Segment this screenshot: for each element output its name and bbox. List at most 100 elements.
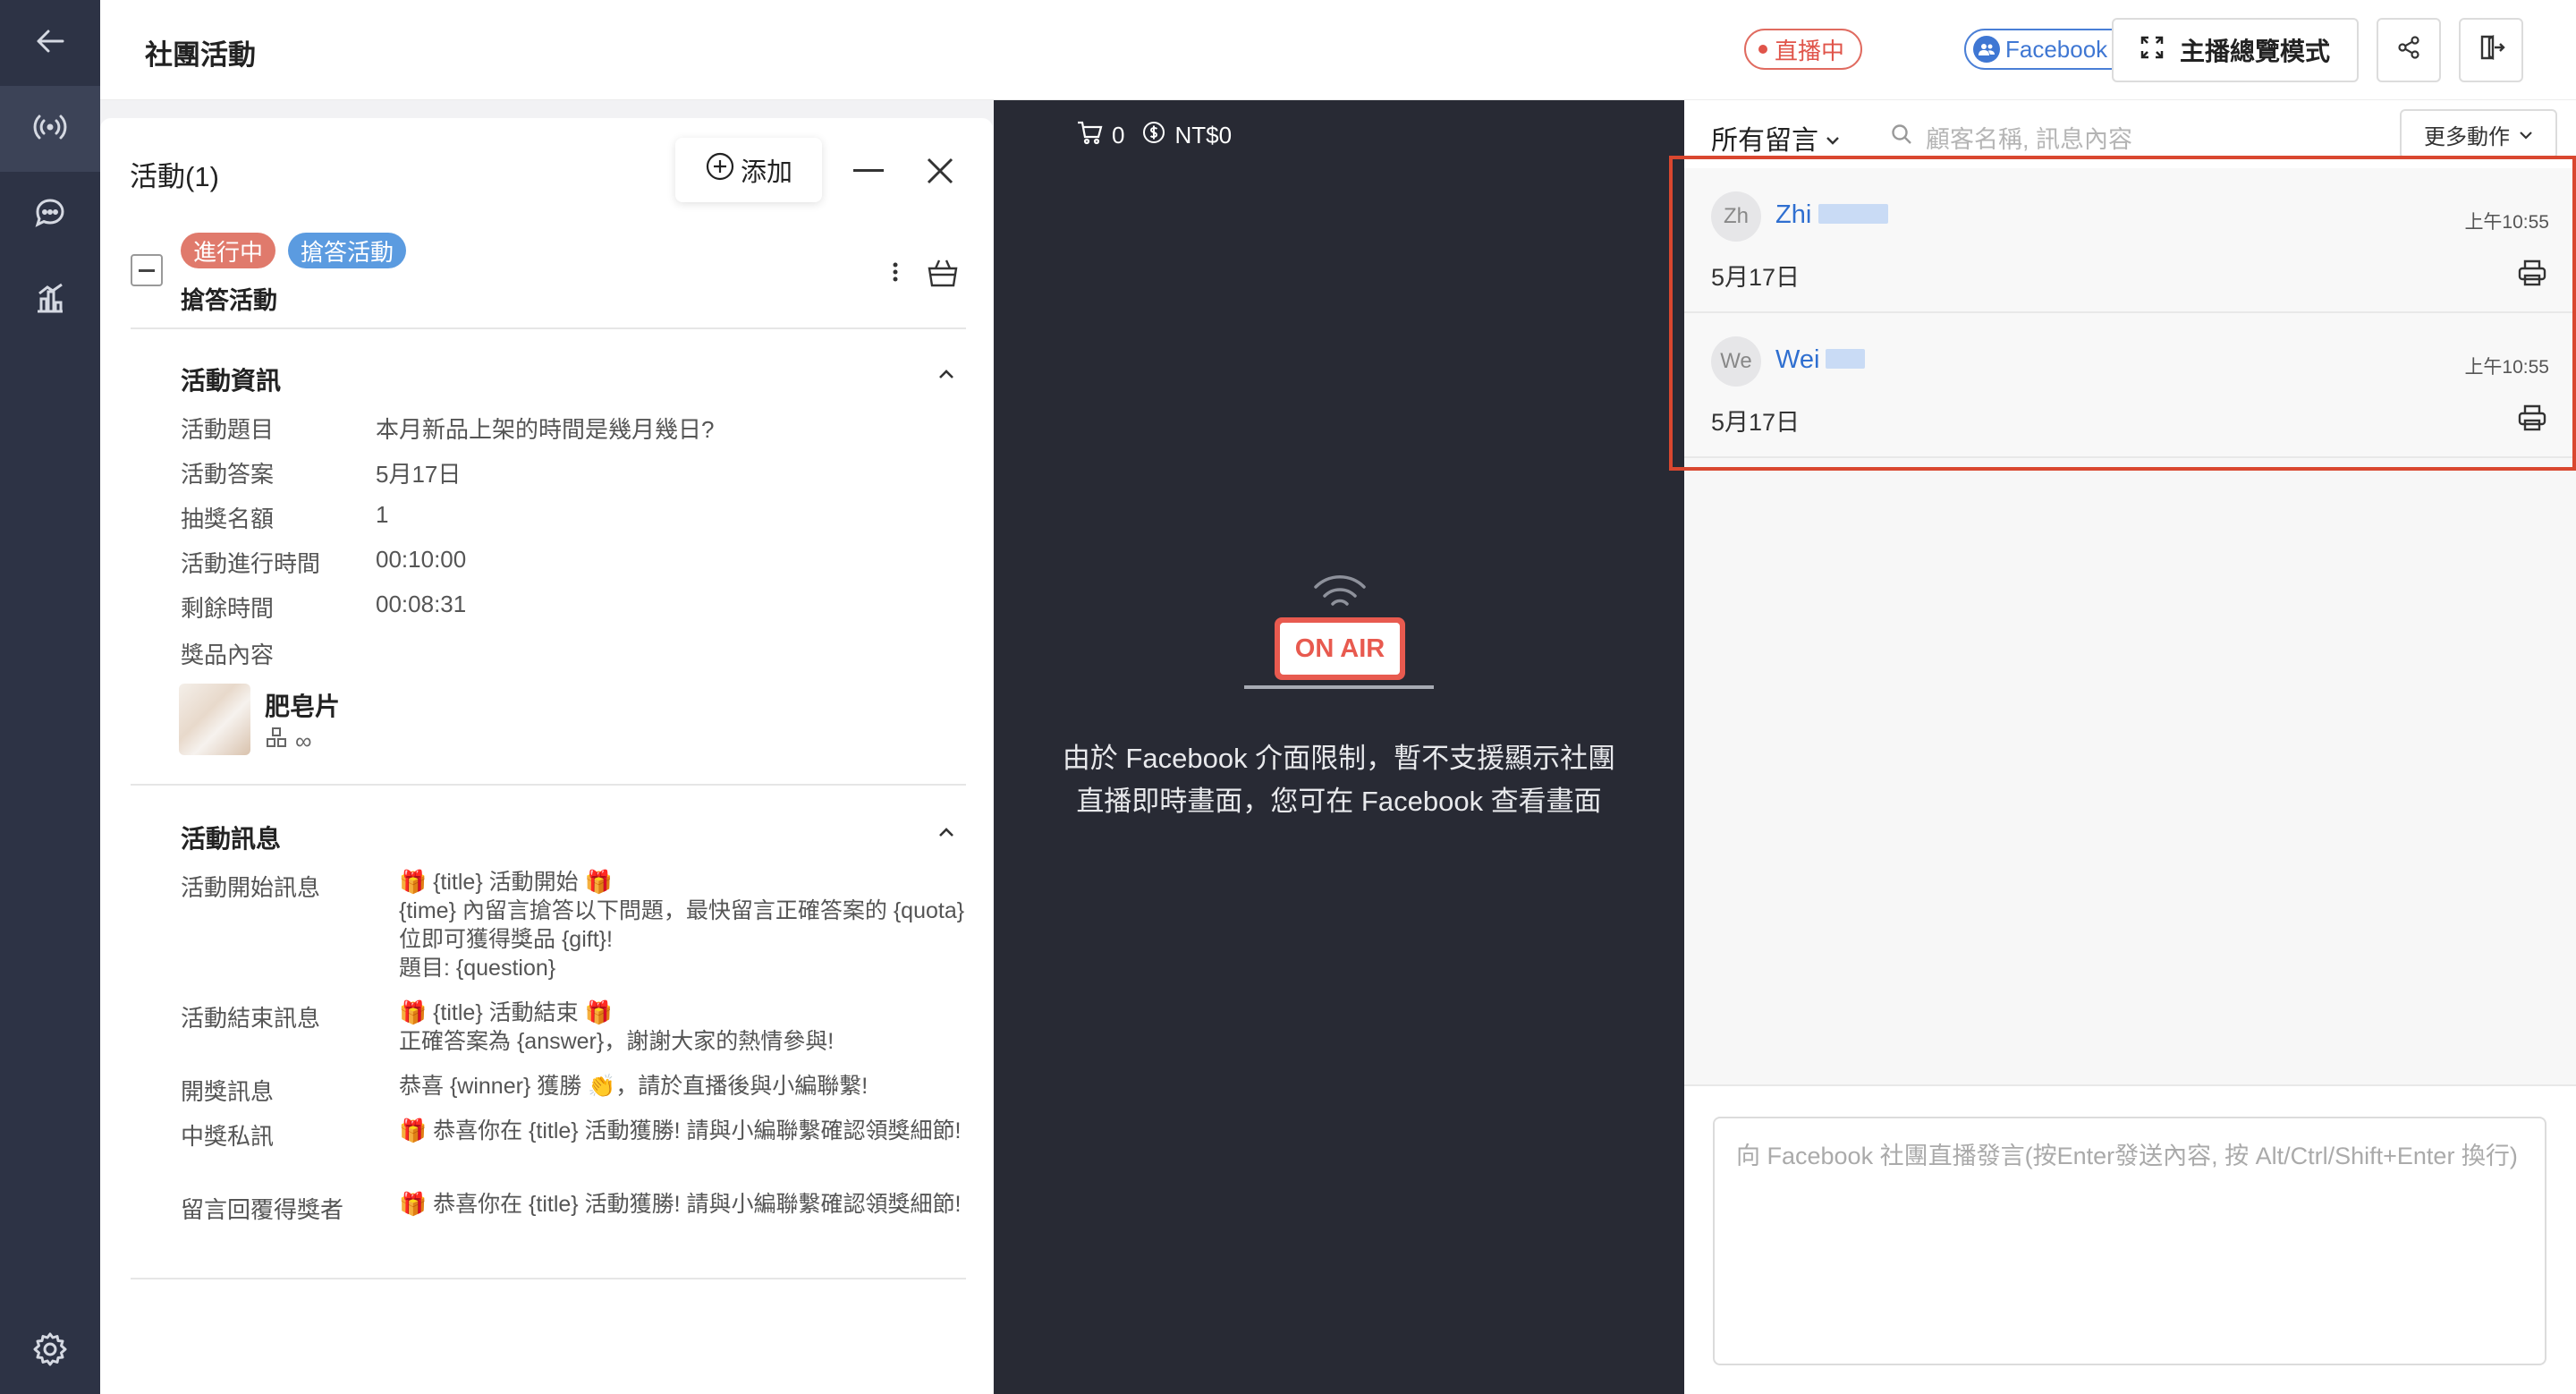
msg-value-start: 🎁 {title} 活動開始 🎁 {time} 內留言搶答以下問題，最快留言正確… [399,870,965,981]
on-air-label: ON AIR [1280,623,1400,675]
live-status-badge: 直播中 [1744,29,1863,70]
info-value-answer: 5月17日 [376,461,462,488]
info-section-title: 活動資訊 [181,367,282,395]
comment-item[interactable]: We Wei 上午10:55 5月17日 [1684,313,2576,458]
info-value-question: 本月新品上架的時間是幾月幾日? [376,416,715,443]
prize-image [179,684,250,755]
info-value-winners: 1 [376,501,389,528]
info-label-duration: 活動進行時間 [181,550,321,577]
prize-quantity: ∞ [265,727,312,756]
top-header: 社團活動 直播中 Facebook Group 主播總覽模式 [100,0,2576,100]
host-overview-button[interactable]: 主播總覽模式 [2112,18,2359,82]
msg-label-reply: 留言回覆得獎者 [181,1196,344,1223]
status-tag: 進行中 [181,233,276,268]
expand-icon [2140,36,2164,65]
msg-value-private: 🎁 恭喜你在 {title} 活動獲勝! 請與小編聯繫確認領獎細節! [399,1118,962,1143]
comment-filter-label: 所有留言 [1711,126,1818,156]
exit-icon [2477,33,2505,68]
info-label-remaining: 剩餘時間 [181,595,275,622]
exit-button[interactable] [2459,18,2523,82]
rail-item-stats[interactable] [0,258,100,344]
msg-label-end: 活動結束訊息 [181,1005,321,1032]
activity-name: 搶答活動 [181,287,277,314]
composer-area: 向 Facebook 社團直播發言(按Enter發送內容, 按 Alt/Ctrl… [1684,1084,2576,1394]
rail-item-live[interactable] [0,86,100,172]
close-icon [923,157,957,191]
group-icon [1973,36,2000,63]
prize-quantity-value: ∞ [295,727,312,754]
info-label-winners: 抽獎名額 [181,506,275,532]
chevron-up-icon [937,828,955,845]
commenter-name[interactable]: Zhi [1775,200,1811,230]
info-label-answer: 活動答案 [181,461,275,488]
comment-time: 上午10:55 [2464,357,2549,378]
msg-label-start: 活動開始訊息 [181,874,321,901]
add-activity-button[interactable]: 添加 [675,138,822,202]
video-unavailable-message: 由於 Facebook 介面限制，暫不支援顯示社團直播即時畫面，您可在 Face… [1062,743,1616,817]
commenter-name[interactable]: Wei [1775,345,1819,375]
live-broadcast-icon [32,109,68,149]
message-section-collapse[interactable] [937,823,955,841]
redacted-name [1818,204,1888,224]
comment-item[interactable]: Zh Zhi 上午10:55 5月17日 [1684,168,2576,313]
comment-search[interactable]: 顧客名稱, 訊息內容 [1890,120,2132,155]
search-input-placeholder[interactable]: 顧客名稱, 訊息內容 [1926,120,2132,155]
redacted-name [1826,349,1865,369]
search-icon [1890,123,1913,152]
printer-icon [2517,404,2547,437]
stats-icon [32,281,68,321]
inventory-icon [265,727,288,756]
divider [131,784,966,786]
chat-icon [32,195,68,235]
avatar: Zh [1711,191,1761,242]
host-overview-label: 主播總覽模式 [2179,38,2330,65]
info-value-duration: 00:10:00 [376,546,467,573]
info-label-question: 活動題目 [181,416,275,443]
rail-item-settings[interactable] [0,1308,100,1394]
rail-item-chat[interactable] [0,172,100,258]
live-video-area: 0 NT$0 ON AIR 由於 Facebook 介面限制，暫不支援顯示社團直… [994,100,1684,1394]
plus-circle-icon [705,151,735,189]
msg-label-draw: 開獎訊息 [181,1078,275,1105]
more-options-button[interactable] [893,261,898,283]
dollar-circle-icon [1142,121,1165,150]
share-icon [2395,34,2422,67]
msg-value-reply: 🎁 恭喜你在 {title} 活動獲勝! 請與小編聯繫確認領獎細節! [399,1192,962,1217]
cart-summary: 0 NT$0 [1076,120,1232,151]
on-air-illustration: ON AIR [1244,574,1434,691]
more-actions-label: 更多動作 [2424,124,2510,149]
prize-name: 肥皂片 [265,693,341,720]
divider [131,327,966,329]
minimize-panel-button[interactable] [853,169,884,172]
close-panel-button[interactable] [923,154,957,188]
print-button[interactable] [2517,258,2547,293]
collapse-activity-toggle[interactable] [131,254,163,286]
on-air-base [1244,685,1434,689]
activity-panel-title: 活動(1) [130,161,219,192]
activity-panel: 活動(1) 添加 進行中 搶答活動 搶答活動 活動資訊 活動題目 本月新品上架的… [100,118,993,1394]
info-section-collapse[interactable] [937,365,955,383]
wifi-signal-icon [1312,574,1368,615]
comment-composer-input[interactable]: 向 Facebook 社團直播發言(按Enter發送內容, 按 Alt/Ctrl… [1713,1117,2546,1365]
left-rail [0,0,100,1394]
add-activity-label: 添加 [740,158,792,187]
comment-text: 5月17日 [1711,409,1801,436]
prize-basket-button[interactable] [927,258,959,293]
comments-panel: 所有留言 顧客名稱, 訊息內容 更多動作 Zh Zhi 上午10:55 5月17… [1684,100,2576,1394]
chevron-down-icon [1826,123,1840,153]
chevron-up-icon [937,370,955,387]
live-dot-icon [1758,45,1767,54]
divider [131,1278,966,1279]
more-actions-button[interactable]: 更多動作 [2400,109,2557,159]
print-button[interactable] [2517,403,2547,438]
comment-list: Zh Zhi 上午10:55 5月17日 We Wei 上午10:55 5月17… [1684,168,2576,1095]
share-button[interactable] [2377,18,2441,82]
settings-gear-icon [31,1330,69,1373]
composer-placeholder: 向 Facebook 社團直播發言(按Enter發送內容, 按 Alt/Ctrl… [1736,1143,2518,1169]
activity-type-tag: 搶答活動 [288,233,407,268]
back-button[interactable] [0,0,100,86]
cart-total: NT$0 [1174,122,1233,149]
back-arrow-icon [32,23,68,64]
comment-filter-dropdown[interactable]: 所有留言 [1711,118,1840,157]
info-label-prize: 獎品內容 [181,642,275,668]
